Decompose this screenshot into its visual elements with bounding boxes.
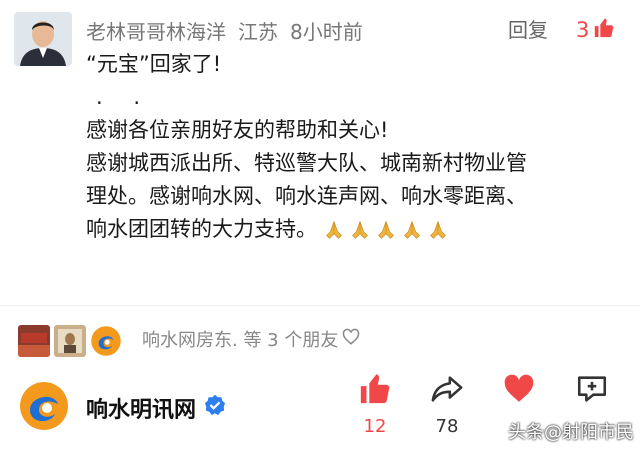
content-line: 响水团团转的大力支持。 (86, 213, 626, 246)
comment-like-count: 3 (576, 18, 590, 42)
divider (0, 305, 640, 306)
comment-location: 江苏 (238, 19, 278, 44)
praying-hands-icon (404, 220, 420, 239)
liker-avatar (54, 325, 86, 357)
praying-hands-icon (430, 220, 446, 239)
thumbs-up-icon (593, 17, 615, 43)
praying-hands-icon (326, 220, 342, 239)
favorite-button[interactable] (489, 372, 549, 410)
verified-badge-icon (204, 394, 226, 422)
praying-hands-icon (352, 220, 368, 239)
comment-button[interactable] (562, 372, 622, 410)
watermark: 头条@射阳市民 (508, 422, 634, 443)
comment-author-avatar[interactable] (14, 12, 72, 66)
comment-author-name[interactable]: 老林哥哥林海洋 (86, 16, 226, 45)
liker-avatar (90, 325, 122, 357)
comment-like-button[interactable]: 3 (576, 14, 615, 46)
content-line: . . (96, 85, 153, 109)
praying-hands-icon (378, 220, 394, 239)
content-line: 理处。感谢响水网、响水连声网、响水零距离、 (86, 184, 527, 208)
account-name-row[interactable]: 响水明讯网 (86, 392, 226, 424)
content-line: “元宝”回家了! (86, 52, 222, 76)
content-line-text: 响水团团转的大力支持。 (86, 217, 317, 241)
content-line: 感谢城西派出所、特巡警大队、城南新村物业管 (86, 151, 527, 175)
like-count: 12 (363, 416, 387, 437)
comment-content: “元宝”回家了! . . 感谢各位亲朋好友的帮助和关心! 感谢城西派出所、特巡警… (86, 48, 626, 246)
thumbs-up-icon (358, 374, 392, 410)
comment-add-icon (575, 376, 609, 410)
share-count: 78 (435, 416, 459, 437)
share-arrow-icon (430, 376, 464, 410)
share-button[interactable]: 78 (417, 372, 477, 437)
heart-icon (502, 374, 536, 410)
likers-summary[interactable]: 响水网房东. 等 3 个朋友 (142, 325, 360, 357)
like-button[interactable]: 12 (345, 372, 405, 437)
comment-header: 老林哥哥林海洋 江苏 8小时前 (86, 14, 375, 46)
liker-avatars[interactable] (18, 325, 122, 357)
content-line: 感谢各位亲朋好友的帮助和关心! (86, 118, 389, 142)
praying-hands-emojis (323, 219, 449, 241)
heart-outline-icon (342, 325, 360, 357)
account-logo[interactable] (18, 380, 70, 432)
account-name: 响水明讯网 (86, 398, 197, 423)
comment-time: 8小时前 (290, 19, 363, 44)
likers-text: 响水网房东. 等 3 个朋友 (142, 330, 339, 351)
reply-button[interactable]: 回复 (508, 14, 548, 46)
liker-avatar (18, 325, 50, 357)
